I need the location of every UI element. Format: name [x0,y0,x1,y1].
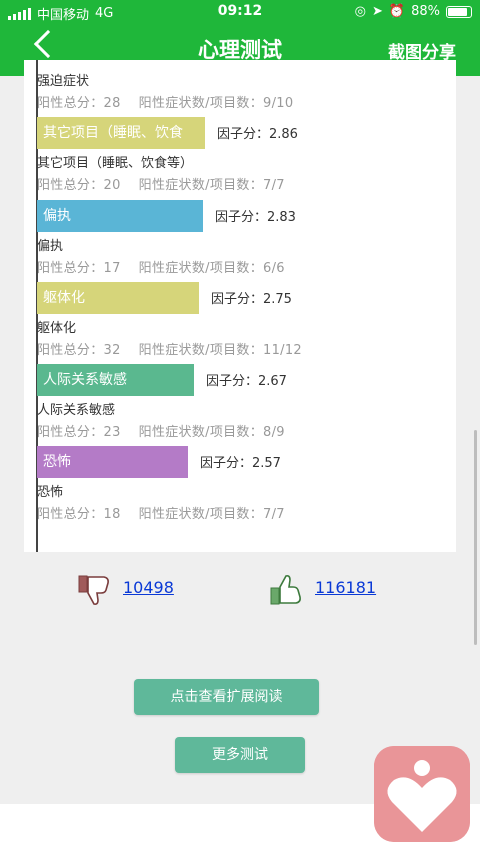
factor-meta: 阳性总分：32 阳性症状数/项目数：11/12 [37,339,320,358]
positive-ratio: 阳性症状数/项目数：8/9 [138,425,285,440]
positive-ratio: 阳性症状数/项目数：7/7 [138,178,285,193]
factor-meta: 阳性总分：18 阳性症状数/项目数：7/7 [37,503,303,522]
positive-ratio: 阳性症状数/项目数：11/12 [138,343,302,358]
factor-bar: 恐怖 [37,446,188,478]
more-tests-button[interactable]: 更多测试 [175,737,305,773]
positive-ratio: 阳性症状数/项目数：6/6 [138,261,285,276]
positive-total: 阳性总分：18 [37,507,121,522]
factor-name: 偏执 [37,239,64,254]
factor-name: 躯体化 [37,321,77,336]
factor-name: 恐怖 [37,485,64,500]
battery-percent: 88% [411,4,440,19]
positive-total: 阳性总分：28 [37,96,121,111]
factor-score: 因子分：2.86 [217,127,298,142]
factor-meta: 阳性总分：17 阳性症状数/项目数：6/6 [37,257,303,276]
factor-meta: 阳性总分：23 阳性症状数/项目数：8/9 [37,421,303,440]
positive-ratio: 阳性症状数/项目数：9/10 [138,96,294,111]
factor-name: 其它项目（睡眠、饮食等） [37,156,194,171]
result-card: 强迫症状 阳性总分：28 阳性症状数/项目数：9/10 其它项目（睡眠、饮食 因子分… [24,60,456,552]
thumbs-down-icon[interactable] [78,574,112,606]
thumbs-up-icon[interactable] [270,574,304,606]
dislike-count[interactable]: 10498 [123,578,174,597]
factor-name: 强迫症状 [37,74,90,89]
positive-ratio: 阳性症状数/项目数：7/7 [138,507,285,522]
scrollbar[interactable] [474,430,477,645]
alarm-icon: ⏰ [388,4,406,19]
factor-score: 因子分：2.75 [211,292,292,307]
factor-meta: 阳性总分：28 阳性症状数/项目数：9/10 [37,92,311,111]
lock-rotation-icon: ◎ [354,4,366,19]
location-icon: ➤ [372,4,383,19]
factor-bar: 躯体化 [37,282,199,314]
factor-name: 人际关系敏感 [37,403,116,418]
positive-total: 阳性总分：32 [37,343,121,358]
factor-bar: 人际关系敏感 [37,364,194,396]
status-bar: 中国移动 4G 09:12 ◎ ➤ ⏰ 88% [0,0,480,24]
factor-score: 因子分：2.67 [206,374,287,389]
factor-score: 因子分：2.57 [200,456,281,471]
factor-score: 因子分：2.83 [215,210,296,225]
factor-meta: 阳性总分：20 阳性症状数/项目数：7/7 [37,174,303,193]
positive-total: 阳性总分：20 [37,178,121,193]
battery-icon [446,5,472,18]
positive-total: 阳性总分：23 [37,425,121,440]
factor-bar: 其它项目（睡眠、饮食 [37,117,205,149]
positive-total: 阳性总分：17 [37,261,121,276]
factor-bar: 偏执 [37,200,203,232]
like-count[interactable]: 116181 [315,578,376,597]
read-more-button[interactable]: 点击查看扩展阅读 [134,679,319,715]
app-logo[interactable] [374,746,470,842]
